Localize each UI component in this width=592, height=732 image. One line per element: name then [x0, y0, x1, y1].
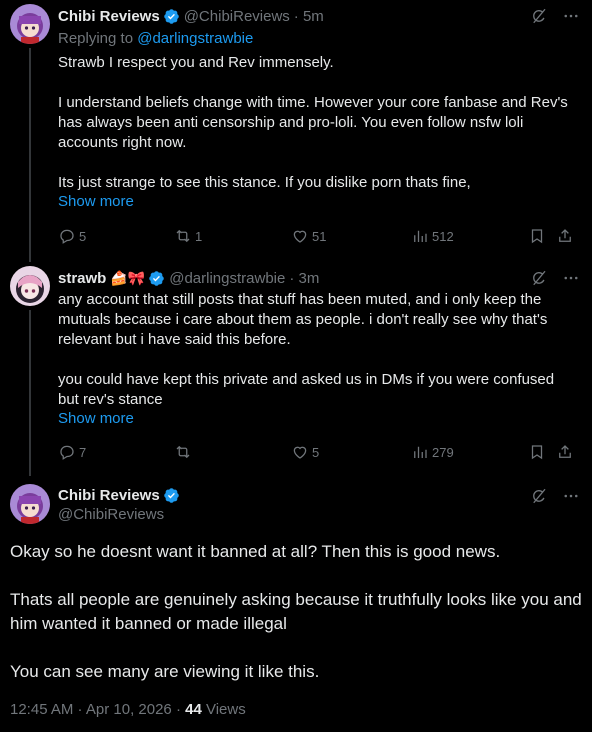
avatar-chibi-reviews[interactable] [10, 484, 50, 524]
tweet2-header: strawb 🍰🎀 @darlingstrawbie · 3m [58, 268, 319, 288]
replying-prefix: Replying to [58, 30, 138, 47]
replying-to-handle[interactable]: @darlingstrawbie [137, 30, 253, 47]
share-button[interactable] [556, 227, 574, 245]
name-emojis: 🍰🎀 [110, 269, 146, 286]
tweet1-top-icons [530, 7, 580, 25]
views-button[interactable]: 512 [411, 227, 454, 245]
repost-icon [176, 229, 190, 243]
share-icon [559, 445, 571, 458]
verified-badge-icon [163, 487, 179, 503]
verified-badge-icon [149, 270, 164, 286]
views-label: Views [201, 701, 246, 718]
tweet2-top-icons [530, 269, 580, 287]
reply-icon [60, 229, 74, 244]
handle[interactable]: @ChibiReviews [184, 8, 290, 25]
bookmark-icon [531, 445, 543, 460]
repost-button[interactable]: 1 [174, 227, 202, 245]
views-icon [414, 446, 427, 458]
timestamp[interactable]: 12:45 AM · Apr 10, 2026 · [10, 701, 185, 718]
reply-icon [60, 445, 74, 460]
share-icon [559, 229, 571, 242]
views-icon [414, 230, 427, 242]
views-button[interactable]: 279 [411, 443, 454, 461]
avatar-chibi-reviews[interactable] [10, 4, 50, 44]
thread-line [29, 310, 31, 476]
verified-badge-icon [163, 8, 179, 24]
grok-icon[interactable] [530, 487, 548, 505]
display-name[interactable]: Chibi Reviews [58, 8, 160, 25]
tweet2-text: any account that still posts that stuff … [58, 291, 555, 408]
reply-button[interactable]: 7 [58, 443, 86, 461]
show-more-link[interactable]: Show more [58, 410, 134, 427]
repost-button[interactable] [174, 443, 195, 461]
view-count: 279 [432, 444, 454, 460]
like-count: 51 [312, 228, 327, 244]
main-tweet-meta: 12:45 AM · Apr 10, 2026 · 44 Views [10, 701, 246, 718]
more-icon[interactable] [562, 487, 580, 505]
tweet2-actions: 7 5 279 [58, 442, 578, 462]
avatar-strawb[interactable] [10, 266, 50, 306]
bookmark-button[interactable] [528, 227, 546, 245]
reply-button[interactable]: 5 [58, 227, 86, 245]
reply-count: 5 [79, 228, 87, 244]
more-icon[interactable] [562, 7, 580, 25]
replying-to: Replying to @darlingstrawbie [58, 30, 253, 47]
share-button[interactable] [556, 443, 574, 461]
like-button[interactable]: 51 [291, 227, 326, 245]
tweet1-header: Chibi Reviews @ChibiReviews · 5m [58, 6, 324, 26]
grok-icon[interactable] [530, 7, 548, 25]
tweet1-actions: 5 1 51 512 [58, 226, 578, 246]
display-name[interactable]: strawb [58, 270, 106, 287]
reply-count: 7 [79, 444, 87, 460]
bookmark-button[interactable] [528, 443, 546, 461]
tweet1-text: Strawb I respect you and Rev immensely. … [58, 54, 568, 191]
view-count: 44 [185, 701, 202, 718]
view-count: 512 [432, 228, 454, 244]
heart-icon [293, 230, 307, 243]
tweet-time[interactable]: · 3m [289, 270, 319, 287]
main-tweet-top-icons [530, 487, 580, 505]
handle[interactable]: @darlingstrawbie [169, 270, 285, 287]
tweet-time[interactable]: · 5m [294, 8, 324, 25]
thread-line [29, 48, 31, 262]
heart-icon [293, 446, 307, 459]
grok-icon[interactable] [530, 269, 548, 287]
repost-icon [176, 445, 190, 459]
bookmark-icon [531, 229, 543, 244]
main-tweet-text: Okay so he doesnt want it banned at all?… [10, 542, 582, 681]
like-button[interactable]: 5 [291, 443, 319, 461]
more-icon[interactable] [562, 269, 580, 287]
display-name[interactable]: Chibi Reviews [58, 487, 160, 504]
repost-count: 1 [195, 228, 203, 244]
like-count: 5 [312, 444, 320, 460]
main-tweet-name-row: Chibi Reviews [58, 485, 180, 505]
handle[interactable]: @ChibiReviews [58, 506, 164, 523]
show-more-link[interactable]: Show more [58, 193, 134, 210]
